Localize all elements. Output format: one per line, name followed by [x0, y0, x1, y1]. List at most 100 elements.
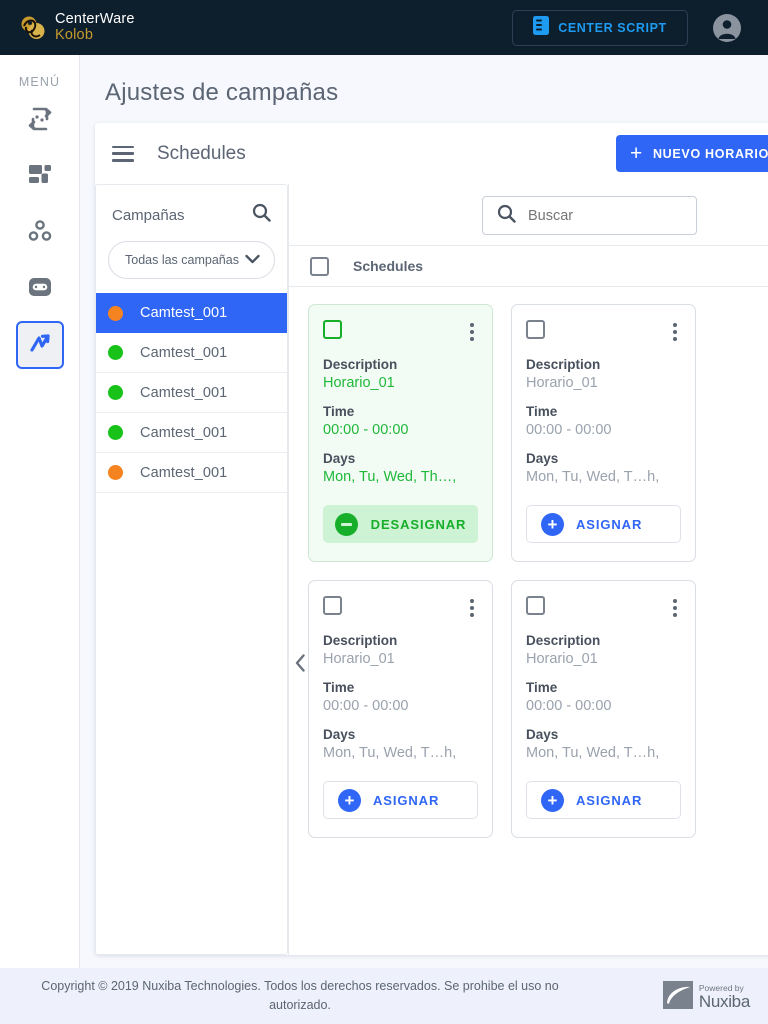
status-dot — [108, 305, 123, 321]
description-label: Description — [526, 357, 601, 372]
card-header — [526, 320, 681, 344]
more-vertical-icon[interactable] — [669, 320, 681, 344]
schedule-cards-area: Description Horario_01 Time 00:00 - 00:0… — [289, 288, 768, 955]
unassign-button[interactable]: DESASIGNAR — [323, 505, 478, 543]
description-value: Horario_01 — [323, 651, 395, 667]
description-label: Description — [323, 633, 398, 648]
hamburger-menu-icon[interactable] — [112, 145, 134, 162]
more-vertical-icon[interactable] — [669, 596, 681, 620]
status-dot — [108, 425, 123, 440]
nodes-group-icon — [27, 218, 53, 249]
status-dot — [108, 465, 123, 480]
days-value: Mon, Tu, Wed, T…h, — [323, 745, 457, 761]
page-title: Ajustes de campañas — [105, 79, 339, 106]
user-avatar-icon[interactable] — [712, 13, 742, 43]
main-content: Ajustes de campañas Schedules + NUEVO HO… — [80, 55, 768, 968]
schedule-checkbox[interactable] — [323, 596, 342, 615]
search-icon — [497, 204, 516, 228]
campaign-filter-select[interactable]: Todas las campañas — [108, 241, 275, 279]
days-value: Mon, Tu, Wed, T…h, — [526, 469, 660, 485]
card-header — [526, 596, 681, 620]
schedules-search-row — [289, 184, 768, 245]
centerware-swirl-logo-icon — [20, 15, 46, 41]
campaigns-header: Campañas — [96, 185, 287, 227]
panel-body: Campañas Todas las campañas Camtest_001 … — [95, 184, 768, 955]
voicemail-robot-icon — [27, 274, 53, 305]
top-bar: CenterWare Kolob CENTER SCRIPT — [0, 0, 768, 55]
schedule-checkbox[interactable] — [526, 320, 545, 339]
brand-logo[interactable]: CenterWare Kolob — [20, 12, 135, 42]
schedule-card[interactable]: Description Horario_01 Time 00:00 - 00:0… — [308, 580, 493, 838]
new-schedule-button[interactable]: + NUEVO HORARIO — [615, 135, 768, 172]
plus-circle-icon: + — [541, 512, 564, 536]
list-item[interactable]: Camtest_001 — [96, 413, 287, 453]
assign-button[interactable]: + ASIGNAR — [526, 505, 681, 543]
schedules-select-all-row: Schedules — [289, 245, 768, 287]
time-value: 00:00 - 00:00 — [526, 698, 612, 714]
schedules-list-header-label: Schedules — [353, 258, 424, 274]
more-vertical-icon[interactable] — [466, 596, 478, 620]
assign-label: ASIGNAR — [576, 792, 643, 808]
search-icon[interactable] — [252, 203, 271, 227]
description-value: Horario_01 — [323, 375, 395, 391]
days-label: Days — [323, 451, 356, 466]
campaign-list: Camtest_001 Camtest_001 Camtest_001 Camt… — [96, 293, 296, 497]
schedule-checkbox[interactable] — [526, 596, 545, 615]
list-item[interactable]: Camtest_001 — [96, 293, 287, 333]
list-item[interactable]: Camtest_001 — [96, 373, 287, 413]
description-label: Description — [323, 357, 398, 372]
brand-name-secondary: Kolob — [55, 26, 94, 43]
sidebar-item-transfer[interactable] — [16, 97, 64, 145]
time-label: Time — [323, 404, 355, 419]
days-label: Days — [323, 727, 356, 742]
campaigns-label: Campañas — [112, 206, 185, 224]
minus-circle-icon — [334, 512, 358, 536]
center-script-label: CENTER SCRIPT — [558, 21, 667, 35]
nuxiba-wordmark: Nuxiba — [698, 992, 750, 1012]
assign-label: ASIGNAR — [373, 792, 440, 808]
schedule-card[interactable]: Description Horario_01 Time 00:00 - 00:0… — [511, 304, 696, 562]
sidebar-item-nodes[interactable] — [16, 209, 64, 257]
sidebar-item-voicemail[interactable] — [16, 265, 64, 313]
campaign-name: Camtest_001 — [140, 464, 228, 481]
campaigns-panel: Campañas Todas las campañas Camtest_001 … — [95, 184, 296, 955]
sidebar-title: MENÚ — [18, 75, 61, 89]
schedules-column: Schedules Description Horario_01 Time — [289, 184, 768, 955]
more-vertical-icon[interactable] — [466, 320, 478, 344]
time-value: 00:00 - 00:00 — [323, 698, 409, 714]
collapse-campaigns-handle[interactable] — [290, 650, 310, 680]
card-header — [323, 596, 478, 620]
campaign-name: Camtest_001 — [140, 344, 228, 361]
footer: Copyright © 2019 Nuxiba Technologies. To… — [0, 968, 768, 1024]
schedule-cards-grid: Description Horario_01 Time 00:00 - 00:0… — [308, 304, 728, 838]
unassign-label: DESASIGNAR — [370, 516, 467, 532]
chevron-left-icon — [295, 653, 306, 677]
time-label: Time — [323, 680, 355, 695]
list-item[interactable]: Camtest_001 — [96, 453, 287, 493]
list-item[interactable]: Camtest_001 — [96, 333, 287, 373]
plus-icon: + — [629, 142, 643, 165]
sidebar-item-dashboard[interactable] — [16, 153, 64, 201]
schedule-checkbox[interactable] — [323, 320, 342, 339]
time-label: Time — [526, 680, 558, 695]
select-all-checkbox[interactable] — [310, 256, 329, 276]
assign-button[interactable]: + ASIGNAR — [526, 781, 681, 819]
assign-button[interactable]: + ASIGNAR — [323, 781, 478, 819]
schedule-card[interactable]: Description Horario_01 Time 00:00 - 00:0… — [511, 580, 696, 838]
time-value: 00:00 - 00:00 — [526, 422, 612, 438]
dashboard-grid-icon — [27, 162, 53, 193]
card-header — [323, 320, 478, 344]
days-label: Days — [526, 451, 559, 466]
panel-title: Schedules — [157, 142, 246, 164]
brand-name-primary: CenterWare — [55, 11, 135, 28]
footer-copyright: Copyright © 2019 Nuxiba Technologies. To… — [41, 979, 559, 1012]
description-label: Description — [526, 633, 601, 648]
search-input[interactable] — [528, 207, 668, 224]
center-script-button[interactable]: CENTER SCRIPT — [512, 10, 688, 46]
sidebar-item-activity[interactable] — [15, 321, 64, 369]
document-script-icon — [533, 16, 550, 40]
schedule-card[interactable]: Description Horario_01 Time 00:00 - 00:0… — [308, 304, 493, 562]
search-input-wrapper[interactable] — [482, 196, 697, 235]
campaign-name: Camtest_001 — [140, 305, 228, 321]
powered-by-nuxiba: Powered by Nuxiba — [662, 981, 750, 1014]
